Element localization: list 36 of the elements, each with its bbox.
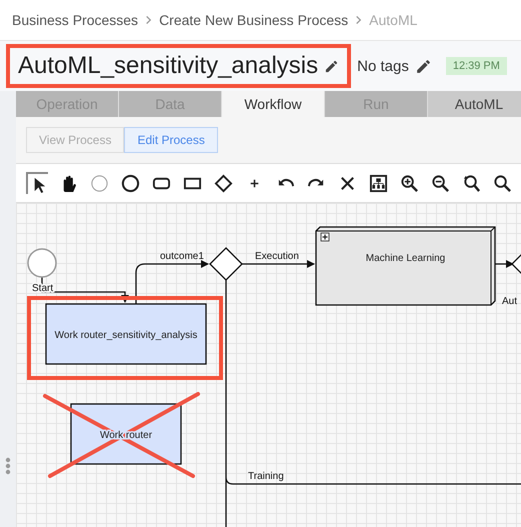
drag-handle-icon[interactable] [5,457,11,475]
tab[interactable]: Workflow [222,91,325,117]
edge-label: Execution [255,251,299,262]
breadcrumb-link[interactable]: Business Processes [12,12,138,28]
mode-button[interactable]: Edit Process [124,127,218,153]
edge-label: outcome1 [160,251,204,262]
connector-arrow [495,260,514,268]
circle-icon [90,174,108,192]
tags-label: No tags [357,58,409,74]
tool-button[interactable] [26,172,48,194]
subprocess-label: Machine Learning [366,253,446,264]
layout-icon [368,174,388,192]
expand-icon[interactable] [320,232,330,242]
edit-icon[interactable] [324,58,340,74]
chevron-icon [354,15,364,25]
edge-label: Training [248,471,284,482]
tool-button[interactable] [119,172,141,194]
breadcrumb-link[interactable]: Create New Business Process [159,12,348,28]
zoom-out-icon [430,174,450,192]
zoom-reset-icon [462,174,480,192]
start-event [27,248,57,278]
gateway-diamond [209,247,243,281]
zoom-in-icon [400,174,418,192]
zoom-icon [492,174,512,192]
tool-button[interactable] [367,172,389,194]
edit-icon[interactable] [414,58,432,74]
task-label: Work router_sensitivity_analysis [54,330,198,341]
time-badge: 12:39 PM [446,57,507,75]
circle-icon [120,174,140,192]
process-title: AutoML_sensitivity_analysis [18,52,318,80]
node-label: Aut [502,296,518,307]
chevron-icon [144,15,154,25]
tool-button[interactable] [212,172,234,194]
mode-button[interactable]: View Process [26,127,124,153]
tab[interactable]: AutoML [428,91,521,117]
diamond-icon [214,174,232,192]
